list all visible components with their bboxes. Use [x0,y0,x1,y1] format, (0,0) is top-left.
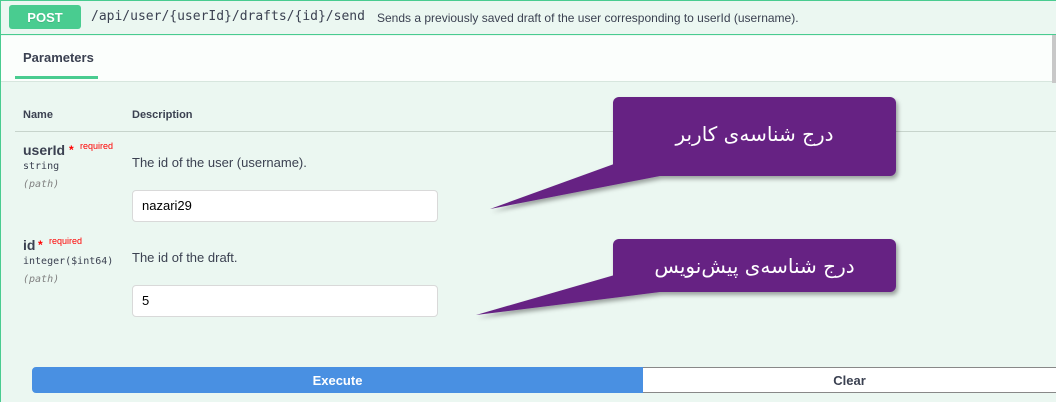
param-location-id: (path) [23,274,60,285]
param-description-id: The id of the draft. [132,250,238,265]
header-divider [15,131,1056,132]
param-description-userid: The id of the user (username). [132,155,307,170]
column-header-name: Name [23,109,53,121]
required-star: * [69,143,74,157]
callout-draft-id-text: درج شناسه‌ی پیش‌نویس [654,254,855,278]
param-type-userid: string [23,161,60,172]
operation-summary[interactable]: POST /api/user/{userId}/drafts/{id}/send… [1,1,1056,35]
endpoint-path: /api/user/{userId}/drafts/{id}/send [91,9,365,24]
column-header-description: Description [132,109,193,121]
clear-button[interactable]: Clear [643,367,1056,393]
param-location-userid: (path) [23,179,60,190]
param-name-id: id [23,237,36,253]
id-input[interactable]: 5 [132,285,438,317]
operation-block: POST /api/user/{userId}/drafts/{id}/send… [0,0,1056,402]
parameters-header: Parameters [1,36,1056,82]
param-name-userid: userId [23,142,66,158]
userid-input[interactable]: nazari29 [132,190,438,222]
tab-parameters[interactable]: Parameters [23,50,94,65]
tab-underline [15,76,98,79]
required-label: required [49,236,83,246]
required-star: * [38,238,43,252]
method-badge: POST [9,5,81,29]
operation-description: Sends a previously saved draft of the us… [377,11,799,25]
callout-userid-text: درج شناسه‌ی کاربر [675,122,834,146]
required-label: required [80,141,114,151]
param-type-id: integer($int64) [23,256,114,267]
scrollbar[interactable] [1052,35,1056,83]
execute-button[interactable]: Execute [32,367,643,393]
